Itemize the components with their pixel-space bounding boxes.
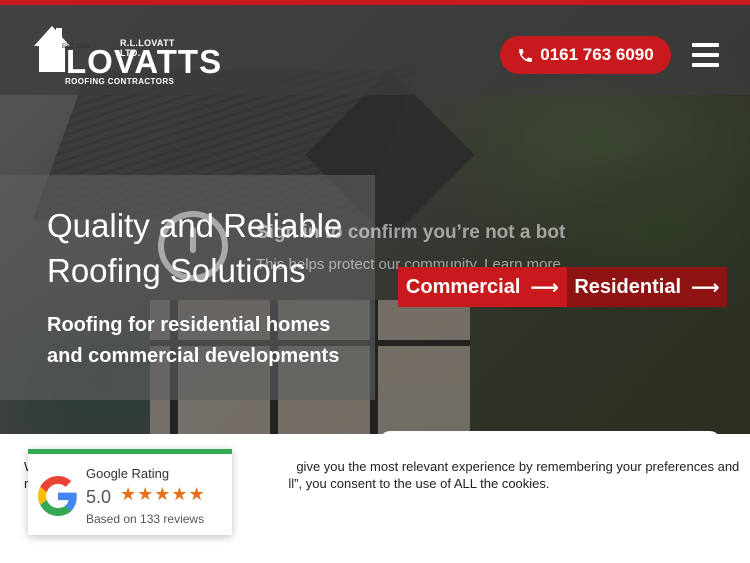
star-icon: ★ (137, 484, 155, 504)
commercial-button-label: Commercial (405, 275, 521, 298)
hamburger-menu-icon[interactable] (692, 43, 719, 67)
star-icon: ★ (154, 484, 172, 504)
phone-number: 0161 763 6090 (540, 45, 654, 64)
residential-button-label: Residential (574, 275, 682, 298)
rating-reviews-count: Based on 133 reviews (86, 512, 205, 526)
star-icon: ★ (120, 484, 138, 504)
star-icon: ★ (171, 484, 189, 504)
cookie-bar-tab (380, 431, 720, 441)
bot-check-title: Sign in to confirm you’re not a bot (256, 222, 566, 243)
google-g-icon (38, 476, 77, 516)
hero-subtitle: Roofing for residential homes and commer… (47, 314, 340, 367)
rating-stars: ★★★★★ (120, 484, 206, 505)
arrow-right-icon: ⟶ (530, 276, 560, 299)
phone-call-button[interactable]: 0161 763 6090 (500, 36, 671, 74)
phone-icon (519, 48, 533, 62)
arrow-right-icon: ⟶ (691, 276, 720, 299)
bot-check-overlay: Sign in to confirm you’re not a bot This… (256, 222, 566, 273)
logo-tagline-text: ROOFING CONTRACTORS (65, 77, 175, 86)
power-icon (158, 211, 228, 281)
commercial-button[interactable]: Commercial ⟶ (398, 267, 567, 307)
star-icon: ★ (188, 484, 206, 504)
rating-score: 5.0 (86, 487, 112, 507)
residential-button[interactable]: Residential ⟶ (567, 267, 727, 307)
rating-label: Google Rating (86, 466, 170, 481)
logo-brand-text: LOVATTS (66, 43, 223, 80)
google-rating-badge[interactable]: Google Rating 5.0 ★★★★★ Based on 133 rev… (28, 449, 232, 535)
lovatts-logo[interactable]: EST. 1956 R.L.LOVATT LTD. LOVATTS ROOFIN… (32, 22, 221, 88)
site-header: EST. 1956 R.L.LOVATT LTD. LOVATTS ROOFIN… (0, 0, 750, 95)
